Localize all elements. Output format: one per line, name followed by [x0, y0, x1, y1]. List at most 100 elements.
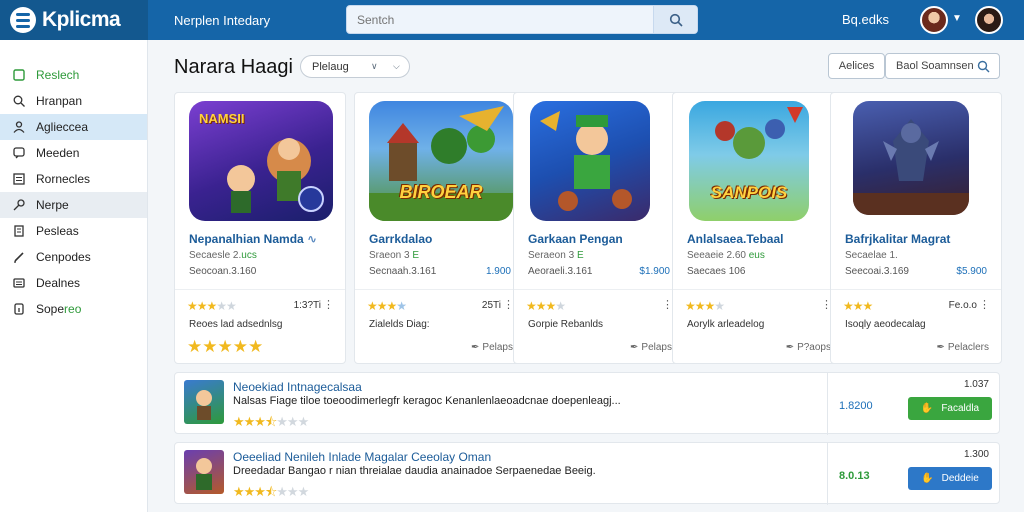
secondary-search-button[interactable]: Baol Soamnsen [885, 53, 1000, 79]
list-item[interactable]: Neoekiad Intnagecalsaa Nalsas Fiage tilo… [174, 372, 1000, 435]
search-input[interactable] [347, 6, 653, 33]
game-art-icon [196, 390, 212, 420]
user-name[interactable]: Bq.edks [842, 12, 889, 27]
chat-icon [12, 146, 26, 160]
details-link[interactable]: ✒ P?aops [786, 342, 831, 353]
details-link[interactable]: ✒ Pelaclers [936, 342, 989, 353]
game-art-icon [196, 458, 212, 490]
divider [514, 289, 684, 290]
sidebar-item-aglieccea[interactable]: Aglieccea [0, 114, 147, 140]
avatar[interactable] [920, 6, 948, 34]
app-meta: Aeoraeli.3.161 [528, 266, 593, 277]
list-item-title[interactable]: Oeeeliad Nenileh Inlade Magalar Ceeolay … [233, 450, 491, 464]
app-card[interactable]: SANPOIS Anlalsaea.Tebaal Seeaeie 2.60 eu… [672, 92, 844, 364]
app-card[interactable]: BIROEAR Garrkdalao Sraeon 3 E Secnaah.3.… [354, 92, 526, 364]
review-count: 25Ti [481, 300, 501, 311]
rating-stars: ★★★ [843, 299, 873, 313]
review-count: 1.300 [963, 449, 989, 460]
app-price: $1.900 [639, 266, 670, 277]
app-meta: Seocoan.3.160 [189, 266, 257, 277]
thumbs-up-icon: ✋ [920, 403, 934, 414]
game-art-icon [715, 107, 803, 159]
details-link[interactable]: ✒ Pelaps [471, 342, 513, 353]
rating-stars: ★★★★ [367, 299, 407, 313]
logo-text: Kplicma [42, 8, 121, 31]
sidebar-item-dealnes[interactable]: Dealnes [0, 270, 147, 296]
list-item[interactable]: Oeeeliad Nenileh Inlade Magalar Ceeolay … [174, 442, 1000, 505]
sidebar-item-label-prefix: Sope [36, 302, 65, 316]
list-item-description: Dreedadar Bangao r nian threialae daudia… [233, 465, 596, 477]
app-card-image[interactable]: SANPOIS [689, 101, 809, 221]
sidebar-item-reslech[interactable]: Reslech [0, 62, 147, 88]
install-button[interactable]: ✋ Facaldla [908, 397, 992, 420]
sidebar-item-meeden[interactable]: Meeden [0, 140, 147, 166]
app-description: Isoqly aeodecalag [845, 319, 926, 330]
review-count: 1.037 [963, 379, 989, 390]
list-item-title[interactable]: Neoekiad Intnagecalsaa [233, 380, 362, 394]
key-icon [12, 198, 26, 212]
more-options-icon[interactable]: ⋮ [979, 298, 990, 311]
sidebar-item-rornecles[interactable]: Rornecles [0, 166, 147, 192]
rating-stars: ★★★★★ [187, 299, 237, 313]
search-button[interactable] [653, 6, 697, 33]
rating-stars: ★★★★ [526, 299, 566, 313]
search-icon [12, 94, 26, 108]
search-bar [346, 5, 698, 34]
app-card-image[interactable]: BIROEAR [369, 101, 513, 221]
app-card-image[interactable] [853, 101, 969, 215]
nav-title[interactable]: Nerplen Intedary [174, 13, 270, 28]
rating-stars: ★★★⯪★★★ [233, 414, 309, 429]
sidebar-item-nerpe[interactable]: Nerpe [0, 192, 147, 218]
game-title-art: BIROEAR [399, 182, 483, 202]
thumbs-up-icon: ✋ [921, 473, 934, 484]
sidebar-item-label: Sopereo [36, 302, 81, 316]
app-card-image[interactable] [530, 101, 650, 221]
top-bar: Kplicma Nerplen Intedary Bq.edks ▼ [0, 0, 1024, 40]
game-title-art: SANPOIS [710, 183, 788, 202]
filter-label: Plelaug [312, 60, 349, 73]
sidebar-item-soperco[interactable]: Sopereo [0, 296, 147, 322]
search-icon [977, 60, 990, 73]
sidebar-item-cenpodes[interactable]: Cenpodes [0, 244, 147, 270]
tag-icon: ✒ [936, 342, 945, 353]
app-description: Zialelds Diag: [369, 319, 430, 330]
app-price: $5.900 [956, 266, 987, 277]
rating-stars: ★★★⯪★★★ [233, 484, 309, 499]
app-card[interactable]: Garkaan Pengan Seraeon 3 E Aeoraeli.3.16… [513, 92, 685, 364]
sidebar-item-label: Hranpan [36, 94, 83, 108]
dropdown-arrow-icon: ⌵ [393, 61, 400, 71]
chevron-down-icon[interactable]: ▼ [952, 13, 962, 24]
app-card[interactable]: Bafrjkalitar Magrat Secaelae 1. Seecoai.… [830, 92, 1002, 364]
list-item-description: Nalsas Fiage tiloe toeoodimerlegfr kerag… [233, 395, 621, 407]
tag-icon: ✒ [630, 342, 639, 353]
app-card-image[interactable]: NAMSII [189, 101, 333, 221]
sidebar-item-pesleas[interactable]: Pesleas [0, 218, 147, 244]
divider [355, 289, 525, 290]
app-logo[interactable]: Kplicma [0, 0, 148, 40]
page-title: Narara Haagi [174, 56, 293, 78]
app-card[interactable]: NAMSII Nepanalhian Namda ∿ Secaesle 2.uc… [174, 92, 346, 364]
sidebar-item-label-suffix: reo [64, 302, 82, 316]
logo-icon [10, 7, 36, 33]
sidebar-item-label: Reslech [36, 68, 80, 82]
filter-dropdown[interactable]: Plelaug ∨ ⌵ [300, 55, 410, 78]
divider [175, 289, 345, 290]
more-options-icon[interactable]: ⋮ [323, 298, 334, 311]
download-button[interactable]: ✋ Deddeie [908, 467, 992, 490]
secondary-avatar[interactable] [975, 6, 1003, 34]
app-title: Garrkdalao [369, 232, 433, 246]
app-title: Garkaan Pengan [528, 232, 623, 246]
info-icon [12, 302, 26, 316]
rating-stars: ★★★★ [685, 299, 725, 313]
sidebar-item-label: Meeden [36, 146, 80, 160]
app-subtitle: Seraeon 3 E [528, 250, 584, 261]
sidebar-item-hranpan[interactable]: Hranpan [0, 88, 147, 114]
tag-icon: ✒ [785, 342, 795, 353]
action-button[interactable]: Aelices [828, 53, 885, 79]
pen-icon [12, 250, 26, 264]
square-icon [12, 68, 26, 82]
game-art-icon [369, 106, 513, 221]
list-item-thumbnail [184, 450, 224, 494]
details-link[interactable]: ✒ Pelaps [630, 342, 672, 353]
review-count: 1:3?Ti [293, 300, 321, 311]
